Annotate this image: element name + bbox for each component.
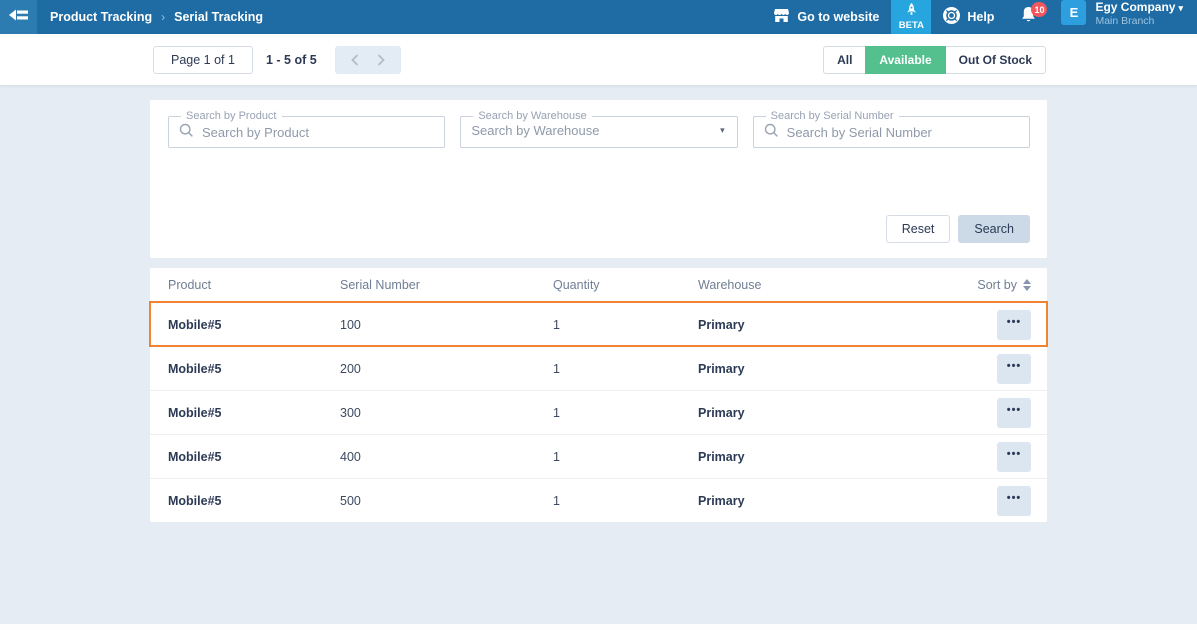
cell-product: Mobile#5 [168,494,340,508]
serials-table: Product Serial Number Quantity Warehouse… [150,268,1047,522]
search-by-serial-field: Search by Serial Number [753,110,1030,148]
search-product-input[interactable] [202,125,434,140]
warehouse-select-value: Search by Warehouse [471,123,712,138]
reset-button[interactable]: Reset [886,215,951,243]
header-quantity: Quantity [553,278,698,292]
table-row[interactable]: Mobile#5 400 1 Primary ••• [150,434,1047,478]
notifications-button[interactable]: 10 [1006,0,1051,34]
breadcrumb-separator: › [161,10,165,24]
sort-icon [1023,279,1031,291]
header-product: Product [168,278,340,292]
filter-all-button[interactable]: All [823,46,865,74]
branch-name: Main Branch [1095,15,1183,28]
avatar-letter: E [1070,5,1079,20]
chevron-down-icon: ▾ [1178,3,1183,13]
cell-product: Mobile#5 [168,362,340,376]
avatar[interactable]: E [1061,0,1086,25]
warehouse-select[interactable]: Search by Warehouse ▾ [461,122,736,144]
cell-quantity: 1 [553,318,698,332]
search-by-warehouse-field: Search by Warehouse Search by Warehouse … [460,110,737,148]
search-serial-input[interactable] [787,125,1019,140]
search-by-warehouse-label: Search by Warehouse [473,110,591,122]
search-panel: Search by Product Search by Warehouse Se… [150,100,1047,258]
cell-product: Mobile#5 [168,406,340,420]
table-row[interactable]: Mobile#5 100 1 Primary ••• [150,302,1047,346]
breadcrumb-parent[interactable]: Product Tracking [50,10,152,24]
chevron-left-icon[interactable] [351,54,359,66]
cell-serial: 500 [340,494,553,508]
help-button[interactable]: Help [931,0,1006,34]
go-to-website-label: Go to website [797,10,879,24]
cell-quantity: 1 [553,406,698,420]
search-icon [179,123,194,141]
cell-warehouse: Primary [698,494,961,508]
cell-quantity: 1 [553,494,698,508]
sort-by-label: Sort by [977,278,1017,292]
cell-warehouse: Primary [698,318,961,332]
chevron-down-icon: ▾ [720,125,725,136]
cell-warehouse: Primary [698,406,961,420]
cell-warehouse: Primary [698,362,961,376]
table-row[interactable]: Mobile#5 300 1 Primary ••• [150,390,1047,434]
footer-strip [0,624,1197,630]
row-actions-button[interactable]: ••• [997,442,1031,472]
search-icon [764,123,779,141]
range-label: 1 - 5 of 5 [266,53,317,67]
top-navbar: Product Tracking › Serial Tracking Go to… [0,0,1197,34]
toolbar: Page 1 of 1 1 - 5 of 5 All Available Out… [0,34,1197,85]
row-actions-button[interactable]: ••• [997,354,1031,384]
cell-serial: 200 [340,362,553,376]
help-label: Help [967,10,994,24]
breadcrumb: Product Tracking › Serial Tracking [50,0,263,34]
row-actions-button[interactable]: ••• [997,310,1031,340]
filter-available-button[interactable]: Available [865,46,945,74]
stock-filter-group: All Available Out Of Stock [823,46,1046,74]
cell-product: Mobile#5 [168,450,340,464]
main-content: Search by Product Search by Warehouse Se… [0,85,1197,522]
search-by-serial-label: Search by Serial Number [766,110,899,122]
cell-serial: 400 [340,450,553,464]
breadcrumb-current: Serial Tracking [174,10,263,24]
page-indicator[interactable]: Page 1 of 1 [153,46,253,74]
cell-warehouse: Primary [698,450,961,464]
sort-by-control[interactable]: Sort by [961,278,1031,292]
row-actions-button[interactable]: ••• [997,486,1031,516]
sidebar-collapse-button[interactable] [0,0,37,34]
lifebuoy-icon [943,7,960,27]
header-serial-number: Serial Number [340,278,553,292]
table-row[interactable]: Mobile#5 200 1 Primary ••• [150,346,1047,390]
table-row[interactable]: Mobile#5 500 1 Primary ••• [150,478,1047,522]
beta-button[interactable]: BETA [891,0,931,34]
cell-serial: 300 [340,406,553,420]
search-button[interactable]: Search [958,215,1030,243]
cell-quantity: 1 [553,362,698,376]
chevron-right-icon[interactable] [377,54,385,66]
table-header-row: Product Serial Number Quantity Warehouse… [150,268,1047,302]
search-by-product-field: Search by Product [168,110,445,148]
cell-product: Mobile#5 [168,318,340,332]
cell-serial: 100 [340,318,553,332]
filter-out-of-stock-button[interactable]: Out Of Stock [946,46,1046,74]
storefront-icon [773,8,790,26]
row-actions-button[interactable]: ••• [997,398,1031,428]
notification-badge: 10 [1031,2,1047,17]
company-menu[interactable]: Egy Company▾ Main Branch [1095,0,1183,34]
beta-label: BETA [899,20,924,31]
go-to-website-link[interactable]: Go to website [761,0,891,34]
search-by-product-label: Search by Product [181,110,282,122]
header-warehouse: Warehouse [698,278,961,292]
collapse-menu-icon [9,8,29,27]
company-name: Egy Company [1095,0,1175,14]
cell-quantity: 1 [553,450,698,464]
pagination-controls [335,46,401,74]
rocket-icon [906,3,917,19]
